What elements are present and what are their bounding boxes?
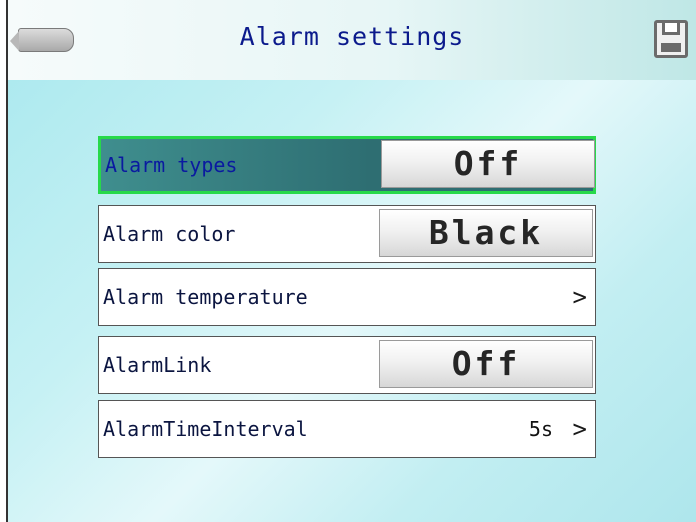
header-bar: Alarm settings bbox=[8, 0, 696, 80]
alarm-settings-screen: Alarm settings Alarm types Off Alarm col… bbox=[8, 0, 696, 522]
alarm-types-toggle[interactable]: Off bbox=[381, 140, 595, 188]
save-icon-shutter bbox=[662, 23, 680, 35]
setting-label: Alarm types bbox=[105, 153, 238, 177]
setting-label: AlarmLink bbox=[103, 353, 212, 377]
chevron-right-icon[interactable]: > bbox=[573, 283, 587, 311]
screen-left-edge bbox=[0, 0, 8, 522]
alarm-link-toggle[interactable]: Off bbox=[379, 340, 593, 388]
setting-label: AlarmTimeInterval bbox=[103, 417, 308, 441]
alarm-color-selector[interactable]: Black bbox=[379, 209, 593, 257]
setting-row-alarm-time-interval[interactable]: AlarmTimeInterval 5s > bbox=[98, 400, 596, 458]
setting-label: Alarm temperature bbox=[103, 285, 308, 309]
setting-label: Alarm color bbox=[103, 222, 236, 246]
interval-value: 5s bbox=[528, 417, 553, 441]
save-icon[interactable] bbox=[654, 20, 688, 58]
page-title: Alarm settings bbox=[239, 22, 465, 51]
setting-row-alarm-link[interactable]: AlarmLink Off bbox=[98, 336, 596, 394]
setting-row-alarm-types[interactable]: Alarm types Off bbox=[98, 136, 596, 194]
chevron-right-icon[interactable]: > bbox=[573, 415, 587, 443]
setting-row-alarm-color[interactable]: Alarm color Black bbox=[98, 205, 596, 263]
save-icon-label bbox=[661, 43, 681, 52]
setting-row-alarm-temperature[interactable]: Alarm temperature > bbox=[98, 268, 596, 326]
